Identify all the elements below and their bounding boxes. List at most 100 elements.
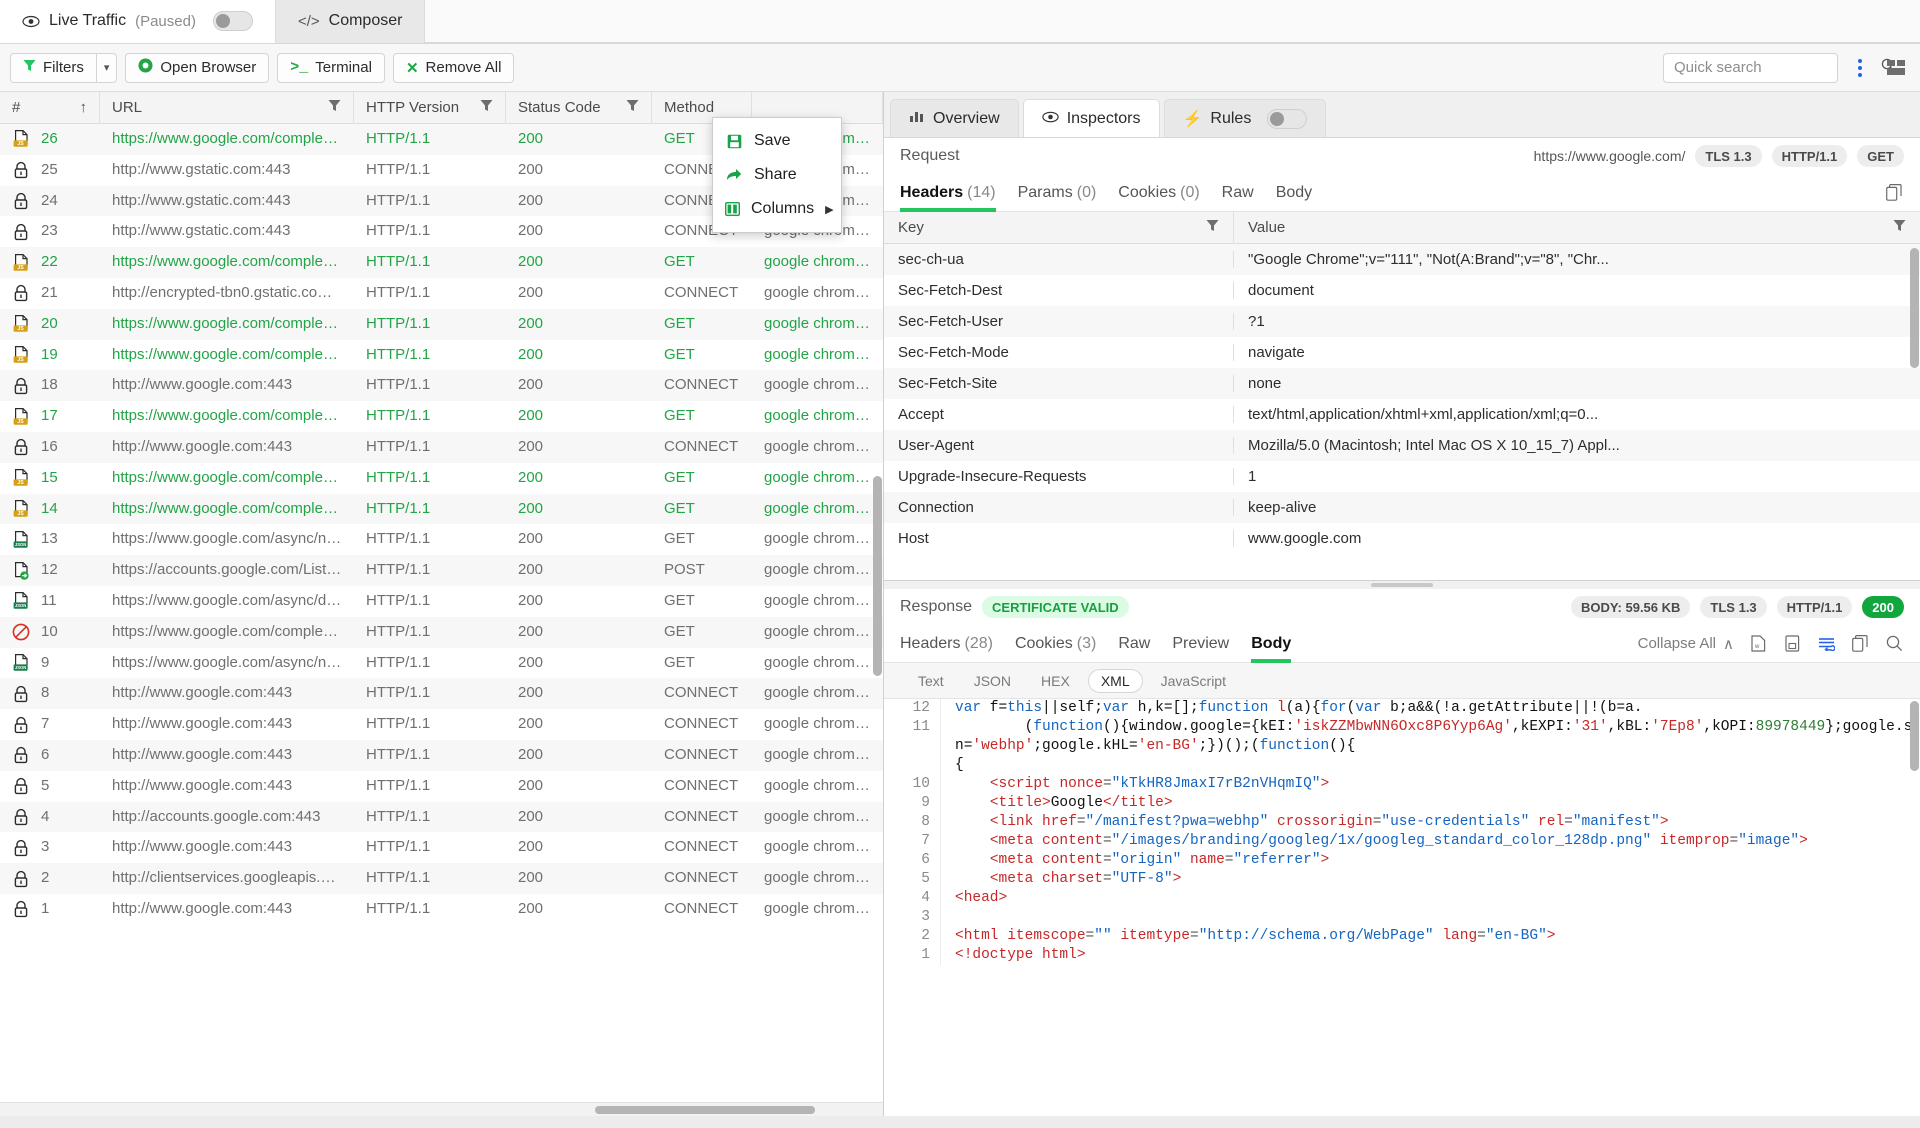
table-row[interactable]: 7 http://www.google.com:443 HTTP/1.1 200 CON… xyxy=(0,709,883,740)
format-tab-text[interactable]: Text xyxy=(906,669,956,693)
traffic-horizontal-scrollbar[interactable] xyxy=(0,1102,883,1116)
tab-rules[interactable]: ⚡ Rules xyxy=(1163,99,1327,137)
menu-item-share[interactable]: Share xyxy=(713,158,841,192)
column-header-status[interactable]: Status Code xyxy=(506,91,652,124)
row-number: 14 xyxy=(41,499,58,517)
quick-search-box[interactable] xyxy=(1663,52,1896,83)
response-subtab-cookies[interactable]: Cookies (3) xyxy=(1015,625,1096,663)
table-row[interactable]: 16 http://www.google.com:443 HTTP/1.1 200 CO… xyxy=(0,431,883,463)
request-subtab-body[interactable]: Body xyxy=(1276,174,1312,212)
menu-item-columns[interactable]: Columns ▶ xyxy=(713,192,841,226)
tab-inspectors[interactable]: Inspectors xyxy=(1022,99,1160,137)
search-icon[interactable] xyxy=(1884,634,1904,654)
traffic-vertical-scrollbar[interactable] xyxy=(873,124,882,1102)
scrollbar-thumb-horizontal[interactable] xyxy=(595,1106,815,1114)
filters-dropdown-button[interactable]: ▾ xyxy=(95,52,118,83)
request-headers-col-value[interactable]: Value xyxy=(1234,212,1920,244)
response-subtab-raw[interactable]: Raw xyxy=(1118,625,1150,663)
header-row[interactable]: Sec-Fetch-User ?1 xyxy=(884,306,1920,337)
table-row[interactable]: 21 http://encrypted-tbn0.gstatic.com:443 H… xyxy=(0,278,883,309)
header-row[interactable]: sec-ch-ua "Google Chrome";v="111", "Not(A… xyxy=(884,244,1920,275)
table-row[interactable]: JSON 11 https://www.google.com/async/ddljs… xyxy=(0,586,883,617)
search-input[interactable] xyxy=(1672,58,1875,77)
wrap-lines-icon[interactable] xyxy=(1816,634,1836,654)
table-row[interactable]: JS 19 https://www.google.com/complete/sear… xyxy=(0,340,883,371)
request-subtab-cookies[interactable]: Cookies (0) xyxy=(1118,174,1199,212)
table-row[interactable]: JS 15 https://www.google.com/complete/sear… xyxy=(0,463,883,494)
response-subtab-headers[interactable]: Headers (28) xyxy=(900,625,993,663)
tab-live-traffic[interactable]: Live Traffic (Paused) xyxy=(0,0,276,43)
tab-overview[interactable]: Overview xyxy=(890,99,1019,137)
request-subtab-raw[interactable]: Raw xyxy=(1222,174,1254,212)
table-row[interactable]: JS 14 https://www.google.com/complete/sear… xyxy=(0,493,883,525)
header-row[interactable]: Sec-Fetch-Mode navigate xyxy=(884,337,1920,368)
table-row[interactable]: 4 http://accounts.google.com:443 HTTP/1.1 2… xyxy=(0,801,883,833)
sort-asc-icon[interactable]: ↑ xyxy=(80,99,88,116)
table-row[interactable]: 6 http://www.google.com:443 HTTP/1.1 200 CON… xyxy=(0,739,883,771)
live-traffic-toggle[interactable] xyxy=(212,11,253,31)
request-subtab-headers[interactable]: Headers (14) xyxy=(900,174,996,212)
save-file-icon[interactable] xyxy=(1782,634,1802,654)
filter-icon[interactable] xyxy=(480,99,493,116)
response-subtab-body[interactable]: Body xyxy=(1251,625,1292,663)
column-header-version[interactable]: HTTP Version xyxy=(354,91,506,124)
more-options-button[interactable] xyxy=(1846,53,1874,83)
row-status-cell: 200 xyxy=(518,591,544,609)
table-row[interactable]: 10 https://www.google.com/complete/sear..… xyxy=(0,616,883,648)
copy-icon[interactable] xyxy=(1850,634,1870,654)
header-row[interactable]: Sec-Fetch-Site none xyxy=(884,368,1920,399)
table-row[interactable]: JS 17 https://www.google.com/complete/sear… xyxy=(0,401,883,432)
filter-icon[interactable] xyxy=(328,99,341,116)
copy-icon[interactable] xyxy=(1884,183,1904,203)
header-row[interactable]: User-Agent Mozilla/5.0 (Macintosh; Intel … xyxy=(884,430,1920,461)
scrollbar-thumb[interactable] xyxy=(1910,248,1919,368)
scrollbar-thumb[interactable] xyxy=(873,476,882,676)
header-row[interactable]: Upgrade-Insecure-Requests 1 xyxy=(884,461,1920,492)
scrollbar-thumb[interactable] xyxy=(1910,701,1919,771)
header-row[interactable]: Connection keep-alive xyxy=(884,492,1920,523)
request-subtab-params[interactable]: Params (0) xyxy=(1018,174,1097,212)
layout-toggle-button[interactable] xyxy=(1882,53,1910,83)
table-row[interactable]: JS 20 https://www.google.com/complete/sear… xyxy=(0,308,883,340)
table-row[interactable]: 3 http://www.google.com:443 HTTP/1.1 200 CON… xyxy=(0,832,883,863)
table-row[interactable]: 12 https://accounts.google.com/ListAccou.… xyxy=(0,555,883,586)
table-row[interactable]: JS 22 https://www.google.com/complete/sear… xyxy=(0,247,883,278)
format-tab-json[interactable]: JSON xyxy=(962,669,1023,693)
header-row[interactable]: Accept text/html,application/xhtml+xml,ap… xyxy=(884,399,1920,430)
response-subtab-preview[interactable]: Preview xyxy=(1172,625,1229,663)
filter-icon[interactable] xyxy=(1206,219,1219,236)
table-row[interactable]: 8 http://www.google.com:443 HTTP/1.1 200 CON… xyxy=(0,678,883,710)
table-row[interactable]: JSON 13 https://www.google.com/async/newta… xyxy=(0,524,883,555)
table-row[interactable]: JSON 9 https://www.google.com/async/newtab… xyxy=(0,648,883,679)
column-header-url[interactable]: URL xyxy=(100,91,354,124)
table-row[interactable]: 18 http://www.google.com:443 HTTP/1.1 200 CO… xyxy=(0,370,883,402)
more-vertical-icon xyxy=(1858,58,1862,77)
filter-icon[interactable] xyxy=(626,99,639,116)
collapse-all-button[interactable]: Collapse All ∧ xyxy=(1638,635,1734,653)
request-headers-scrollbar[interactable] xyxy=(1910,244,1919,580)
format-tab-hex[interactable]: HEX xyxy=(1029,669,1082,693)
menu-item-save[interactable]: Save xyxy=(713,124,841,158)
remove-all-button[interactable]: ✕ Remove All xyxy=(392,52,515,83)
table-row[interactable]: 2 http://clientservices.googleapis.com:44… xyxy=(0,863,883,894)
format-tab-xml[interactable]: XML xyxy=(1087,668,1143,693)
filter-icon[interactable] xyxy=(1893,219,1906,236)
inspector-splitter[interactable] xyxy=(884,581,1920,589)
traffic-table-body[interactable]: JS 26 https://www.google.com/complete/sear… xyxy=(0,124,883,1102)
tab-composer[interactable]: </> Composer xyxy=(275,0,426,43)
header-row[interactable]: Sec-Fetch-Dest document xyxy=(884,275,1920,306)
code-scrollbar[interactable] xyxy=(1910,699,1919,1116)
filters-button[interactable]: Filters xyxy=(10,52,96,83)
rules-toggle[interactable] xyxy=(1267,108,1308,129)
open-browser-button[interactable]: Open Browser xyxy=(125,52,270,83)
request-headers-col-key[interactable]: Key xyxy=(884,211,1234,244)
terminal-button[interactable]: >_ Terminal xyxy=(277,52,385,83)
export-file-icon[interactable]: w xyxy=(1748,634,1768,654)
response-body-code[interactable]: 12 var f=this||self;var h,k=[];function l… xyxy=(884,699,1920,1116)
table-row[interactable]: 1 http://www.google.com:443 HTTP/1.1 200 CON… xyxy=(0,894,883,925)
header-row[interactable]: Host www.google.com xyxy=(884,523,1920,554)
table-row[interactable]: 5 http://www.google.com:443 HTTP/1.1 200 CON… xyxy=(0,771,883,802)
request-headers-list[interactable]: sec-ch-ua "Google Chrome";v="111", "Not(A… xyxy=(884,244,1920,580)
format-tab-javascript[interactable]: JavaScript xyxy=(1149,669,1238,693)
column-header-num[interactable]: # ↑ xyxy=(0,91,100,124)
